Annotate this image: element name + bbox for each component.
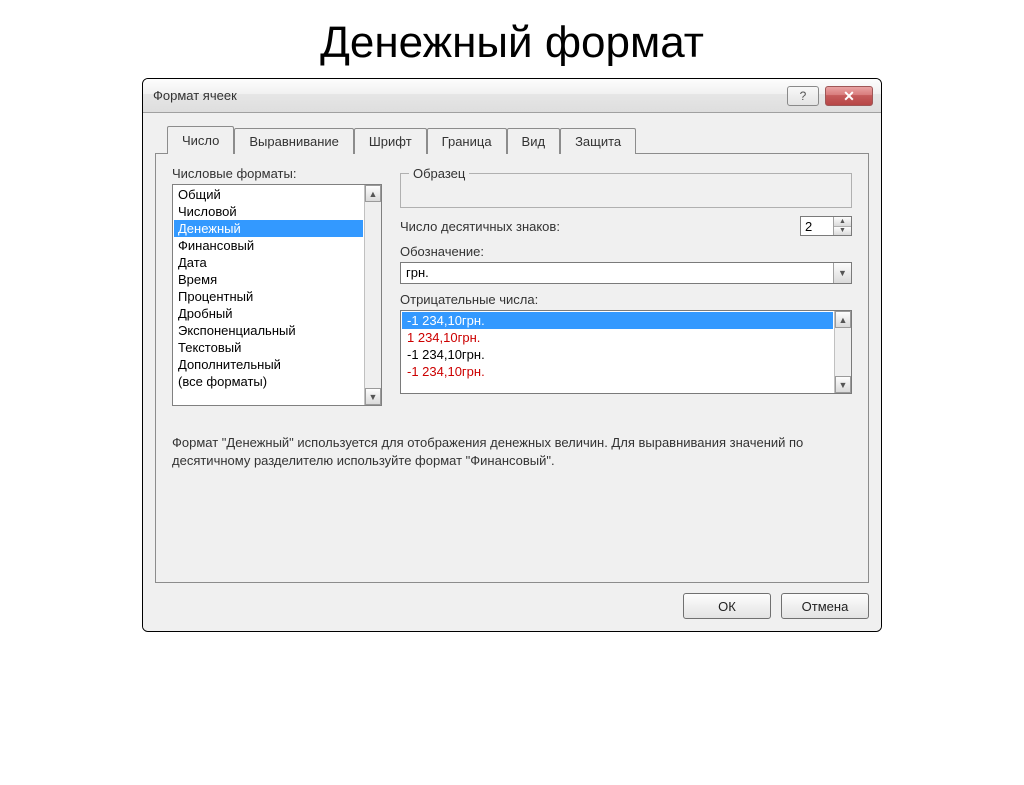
tab-font[interactable]: Шрифт bbox=[354, 128, 427, 154]
tab-alignment[interactable]: Выравнивание bbox=[234, 128, 353, 154]
help-icon: ? bbox=[800, 89, 807, 103]
list-item[interactable]: Числовой bbox=[174, 203, 363, 220]
scroll-down-icon[interactable]: ▼ bbox=[835, 376, 851, 393]
list-item[interactable]: Процентный bbox=[174, 288, 363, 305]
close-button[interactable]: ✕ bbox=[825, 86, 873, 106]
list-item[interactable]: Дробный bbox=[174, 305, 363, 322]
cancel-button[interactable]: Отмена bbox=[781, 593, 869, 619]
symbol-value: грн. bbox=[401, 263, 833, 283]
symbol-combo[interactable]: грн. ▼ bbox=[400, 262, 852, 284]
tab-number[interactable]: Число bbox=[167, 126, 234, 154]
tabstrip: Число Выравнивание Шрифт Граница Вид Защ… bbox=[167, 127, 869, 153]
combo-dropdown-icon[interactable]: ▼ bbox=[833, 263, 851, 283]
help-button[interactable]: ? bbox=[787, 86, 819, 106]
format-help-text: Формат "Денежный" используется для отобр… bbox=[172, 434, 852, 470]
negatives-label: Отрицательные числа: bbox=[400, 292, 852, 307]
scroll-down-icon[interactable]: ▼ bbox=[365, 388, 381, 405]
list-item[interactable]: Дата bbox=[174, 254, 363, 271]
symbol-label: Обозначение: bbox=[400, 244, 852, 259]
titlebar: Формат ячеек ? ✕ bbox=[143, 79, 881, 113]
scroll-up-icon[interactable]: ▲ bbox=[835, 311, 851, 328]
decimals-label: Число десятичных знаков: bbox=[400, 219, 560, 234]
list-item[interactable]: Дополнительный bbox=[174, 356, 363, 373]
page-heading: Денежный формат bbox=[0, 18, 1024, 68]
dialog-format-cells: Формат ячеек ? ✕ Число Выравнивание Шриф… bbox=[142, 78, 882, 632]
category-scrollbar[interactable]: ▲ ▼ bbox=[364, 185, 381, 405]
spinner-up-icon[interactable]: ▲ bbox=[834, 217, 851, 227]
button-row: ОК Отмена bbox=[155, 593, 869, 619]
list-item[interactable]: Время bbox=[174, 271, 363, 288]
list-item[interactable]: Общий bbox=[174, 186, 363, 203]
negative-option[interactable]: -1 234,10грн. bbox=[402, 312, 833, 329]
tab-protection[interactable]: Защита bbox=[560, 128, 636, 154]
scroll-up-icon[interactable]: ▲ bbox=[365, 185, 381, 202]
sample-fieldset: Образец bbox=[400, 166, 852, 208]
dialog-body: Число Выравнивание Шрифт Граница Вид Защ… bbox=[143, 113, 881, 631]
category-label: Числовые форматы: bbox=[172, 166, 382, 181]
tab-border[interactable]: Граница bbox=[427, 128, 507, 154]
list-item[interactable]: Денежный bbox=[174, 220, 363, 237]
negative-option[interactable]: 1 234,10грн. bbox=[402, 329, 833, 346]
category-listbox[interactable]: Общий Числовой Денежный Финансовый Дата … bbox=[172, 184, 382, 406]
close-icon: ✕ bbox=[843, 89, 855, 103]
sample-legend: Образец bbox=[409, 166, 469, 181]
decimals-spinner[interactable]: ▲ ▼ bbox=[800, 216, 852, 236]
spinner-down-icon[interactable]: ▼ bbox=[834, 227, 851, 236]
negatives-listbox[interactable]: -1 234,10грн. 1 234,10грн. -1 234,10грн.… bbox=[400, 310, 852, 394]
negative-option[interactable]: -1 234,10грн. bbox=[402, 363, 833, 380]
tab-view[interactable]: Вид bbox=[507, 128, 561, 154]
ok-button[interactable]: ОК bbox=[683, 593, 771, 619]
decimals-input[interactable] bbox=[801, 217, 833, 235]
titlebar-title: Формат ячеек bbox=[153, 88, 237, 103]
list-item[interactable]: Текстовый bbox=[174, 339, 363, 356]
negatives-scrollbar[interactable]: ▲ ▼ bbox=[834, 311, 851, 393]
list-item[interactable]: Финансовый bbox=[174, 237, 363, 254]
negative-option[interactable]: -1 234,10грн. bbox=[402, 346, 833, 363]
list-item[interactable]: (все форматы) bbox=[174, 373, 363, 390]
tab-panel-number: Числовые форматы: Общий Числовой Денежны… bbox=[155, 153, 869, 583]
category-list-inner: Общий Числовой Денежный Финансовый Дата … bbox=[173, 185, 364, 405]
list-item[interactable]: Экспоненциальный bbox=[174, 322, 363, 339]
